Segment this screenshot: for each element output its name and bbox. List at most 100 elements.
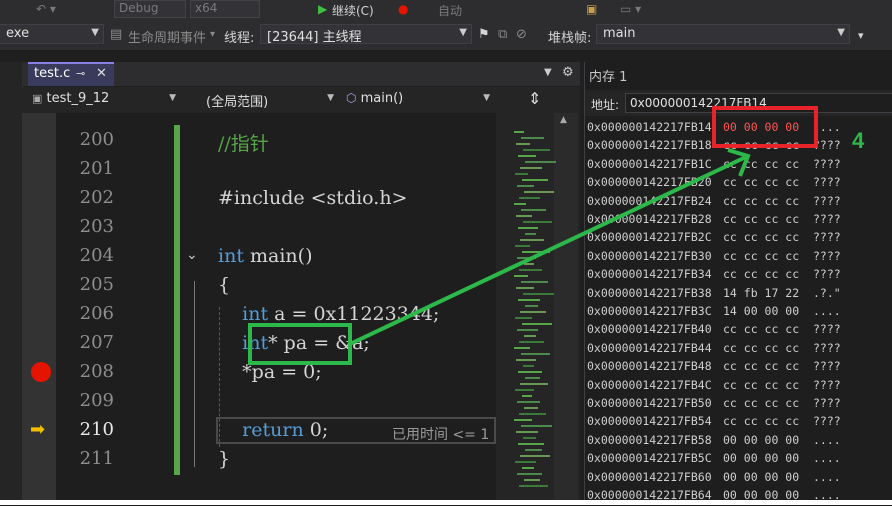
- memory-hex-bytes[interactable]: cc cc cc cc: [723, 249, 799, 263]
- memory-row[interactable]: 0x000000142217FB2C cc cc cc cc????: [587, 230, 841, 248]
- memory-hex-bytes[interactable]: cc cc cc cc: [723, 212, 799, 226]
- minimap-line: [521, 281, 548, 283]
- keyword-token: int: [218, 245, 244, 267]
- code-line[interactable]: 208 *pa = 0;: [22, 359, 496, 388]
- code-line[interactable]: 200 //指针: [22, 127, 496, 156]
- memory-hex-bytes[interactable]: cc cc cc cc: [723, 341, 799, 355]
- undo-icon[interactable]: ↶ ▾: [36, 2, 56, 16]
- memory-hex-bytes[interactable]: 14 00 00 00: [723, 304, 799, 318]
- tab-list-dropdown-icon[interactable]: ▼: [544, 67, 552, 78]
- fold-chevron-icon[interactable]: ⌄: [186, 247, 198, 263]
- memory-hex-bytes[interactable]: cc cc cc cc: [723, 359, 799, 373]
- code-line[interactable]: 209: [22, 388, 496, 417]
- code-line[interactable]: 211}: [22, 446, 496, 475]
- continue-icon[interactable]: ▶: [318, 2, 327, 16]
- code-editor[interactable]: 199 200 //指针 201 202 #include <stdio.h> 203 204…: [22, 113, 496, 505]
- project-combo[interactable]: ▣ test_9_12 ▼: [28, 90, 180, 110]
- memory-hex-bytes[interactable]: 00 00 00 00: [723, 433, 799, 447]
- code-text[interactable]: int a = 0x11223344;: [218, 303, 439, 325]
- memory-hex-bytes[interactable]: cc cc cc cc: [723, 414, 799, 428]
- lifecycle-dropdown-icon[interactable]: ▾: [210, 29, 215, 40]
- memory-ascii: ????: [813, 340, 841, 355]
- memory-row[interactable]: 0x000000142217FB14 00 00 00 00....: [587, 120, 841, 138]
- memory-hex-bytes[interactable]: cc cc cc cc: [723, 157, 799, 171]
- thread-combo[interactable]: [23644] 主线程 ▼: [260, 24, 472, 45]
- memory-hex-bytes[interactable]: cc cc cc cc: [723, 396, 799, 410]
- code-line[interactable]: 205 {: [22, 272, 496, 301]
- lifecycle-icon[interactable]: ▤: [110, 27, 122, 42]
- memory-row[interactable]: 0x000000142217FB1C cc cc cc cc????: [587, 157, 841, 175]
- memory-row[interactable]: 0x000000142217FB20 cc cc cc cc????: [587, 175, 841, 193]
- code-line[interactable]: 202 #include <stdio.h>: [22, 185, 496, 214]
- memory-hex-bytes[interactable]: 00 00 00 00: [723, 451, 799, 465]
- code-line[interactable]: 203: [22, 214, 496, 243]
- memory-row[interactable]: 0x000000142217FB30 cc cc cc cc????: [587, 249, 841, 267]
- code-line[interactable]: 201: [22, 156, 496, 185]
- scroll-up-icon[interactable]: ▲: [560, 115, 567, 125]
- memory-row[interactable]: 0x000000142217FB44 cc cc cc cc????: [587, 341, 841, 359]
- process-combo[interactable]: exe ▼: [0, 24, 104, 44]
- breakpoint-icon[interactable]: [31, 362, 51, 382]
- flag-icon[interactable]: ⚑: [478, 27, 490, 42]
- stackframe-combo[interactable]: main ▼: [596, 24, 850, 44]
- code-text[interactable]: int* pa = &a;: [218, 332, 370, 354]
- memory-row[interactable]: 0x000000142217FB34 cc cc cc cc????: [587, 267, 841, 285]
- continue-label[interactable]: 继续(C): [332, 2, 374, 19]
- code-text[interactable]: {: [218, 274, 230, 296]
- address-input[interactable]: 0x000000142217FB14: [625, 93, 892, 113]
- scope-combo[interactable]: (全局范围) ▼: [202, 90, 338, 110]
- code-text[interactable]: }: [218, 448, 230, 470]
- memory-hex-bytes[interactable]: cc cc cc cc: [723, 138, 799, 152]
- memory-row[interactable]: 0x000000142217FB58 00 00 00 00....: [587, 433, 841, 451]
- vertical-scrollbar[interactable]: ▲: [554, 113, 578, 505]
- tab-test-c[interactable]: test.c ⊸ ✕: [28, 62, 114, 86]
- memory-row[interactable]: 0x000000142217FB60 00 00 00 00....: [587, 470, 841, 488]
- code-line[interactable]: 199: [22, 113, 496, 120]
- hide-icon[interactable]: ⊘: [516, 27, 527, 42]
- memory-hex-bytes[interactable]: cc cc cc cc: [723, 378, 799, 392]
- memory-hex-bytes[interactable]: 00 00 00 00: [723, 470, 799, 484]
- memory-row[interactable]: 0x000000142217FB18 cc cc cc cc????: [587, 138, 841, 156]
- thread-filter-icon[interactable]: ⧉: [498, 27, 507, 42]
- pin-icon[interactable]: ⊸: [76, 67, 85, 80]
- code-text[interactable]: *pa = 0;: [218, 361, 321, 383]
- memory-row[interactable]: 0x000000142217FB3C 14 00 00 00....: [587, 304, 841, 322]
- chevron-down-icon: ▼: [483, 93, 490, 103]
- memory-row[interactable]: 0x000000142217FB38 14 fb 17 22 .?.": [587, 286, 841, 304]
- memory-hex-bytes[interactable]: cc cc cc cc: [723, 230, 799, 244]
- memory-row[interactable]: 0x000000142217FB28 cc cc cc cc????: [587, 212, 841, 230]
- memory-row[interactable]: 0x000000142217FB54 cc cc cc cc????: [587, 414, 841, 432]
- close-icon[interactable]: ✕: [96, 66, 107, 81]
- memory-row[interactable]: 0x000000142217FB5C 00 00 00 00....: [587, 451, 841, 469]
- memory-row[interactable]: 0x000000142217FB24 cc cc cc cc????: [587, 194, 841, 212]
- lifecycle-label[interactable]: 生命周期事件: [128, 27, 206, 46]
- window-icon[interactable]: ▭ ▾: [620, 2, 641, 16]
- split-icon[interactable]: ⇕: [528, 89, 541, 108]
- memory-row[interactable]: 0x000000142217FB48 cc cc cc cc????: [587, 359, 841, 377]
- memory-hex-bytes[interactable]: cc cc cc cc: [723, 267, 799, 281]
- memory-row[interactable]: 0x000000142217FB4C cc cc cc cc????: [587, 378, 841, 396]
- memory-hex-bytes[interactable]: cc cc cc cc: [723, 175, 799, 189]
- memory-hex-bytes[interactable]: 00 00 00 00: [723, 120, 799, 134]
- memory-row[interactable]: 0x000000142217FB50 cc cc cc cc????: [587, 396, 841, 414]
- function-combo[interactable]: ⬡ main() ▼: [342, 90, 494, 110]
- code-line[interactable]: 206 int a = 0x11223344;: [22, 301, 496, 330]
- config-combo[interactable]: Debug: [114, 0, 186, 18]
- code-text[interactable]: //指针: [218, 129, 269, 156]
- memory-hex-bytes[interactable]: cc cc cc cc: [723, 194, 799, 208]
- memory-hex-bytes[interactable]: cc cc cc cc: [723, 322, 799, 336]
- scrollbar-minimap[interactable]: ▲: [496, 113, 580, 505]
- code-text[interactable]: int main(): [218, 245, 312, 267]
- code-line[interactable]: 204 int main() ⌄: [22, 243, 496, 272]
- code-line[interactable]: 207 int* pa = &a;: [22, 330, 496, 359]
- toolbar-overflow-icon[interactable]: ▾: [858, 29, 864, 42]
- folder-icon[interactable]: ▣: [586, 2, 597, 16]
- memory-row[interactable]: 0x000000142217FB40 cc cc cc cc????: [587, 322, 841, 340]
- code-line[interactable]: 210 return 0; ➡ 已用时间 <= 1: [22, 417, 496, 446]
- stop-icon[interactable]: ●: [398, 2, 408, 16]
- gear-icon[interactable]: ⚙: [562, 65, 574, 80]
- platform-combo[interactable]: x64: [190, 0, 260, 18]
- auto-label[interactable]: 自动: [438, 2, 462, 19]
- memory-hex-bytes[interactable]: 14 fb 17 22: [723, 286, 799, 300]
- code-text[interactable]: #include <stdio.h>: [218, 187, 407, 209]
